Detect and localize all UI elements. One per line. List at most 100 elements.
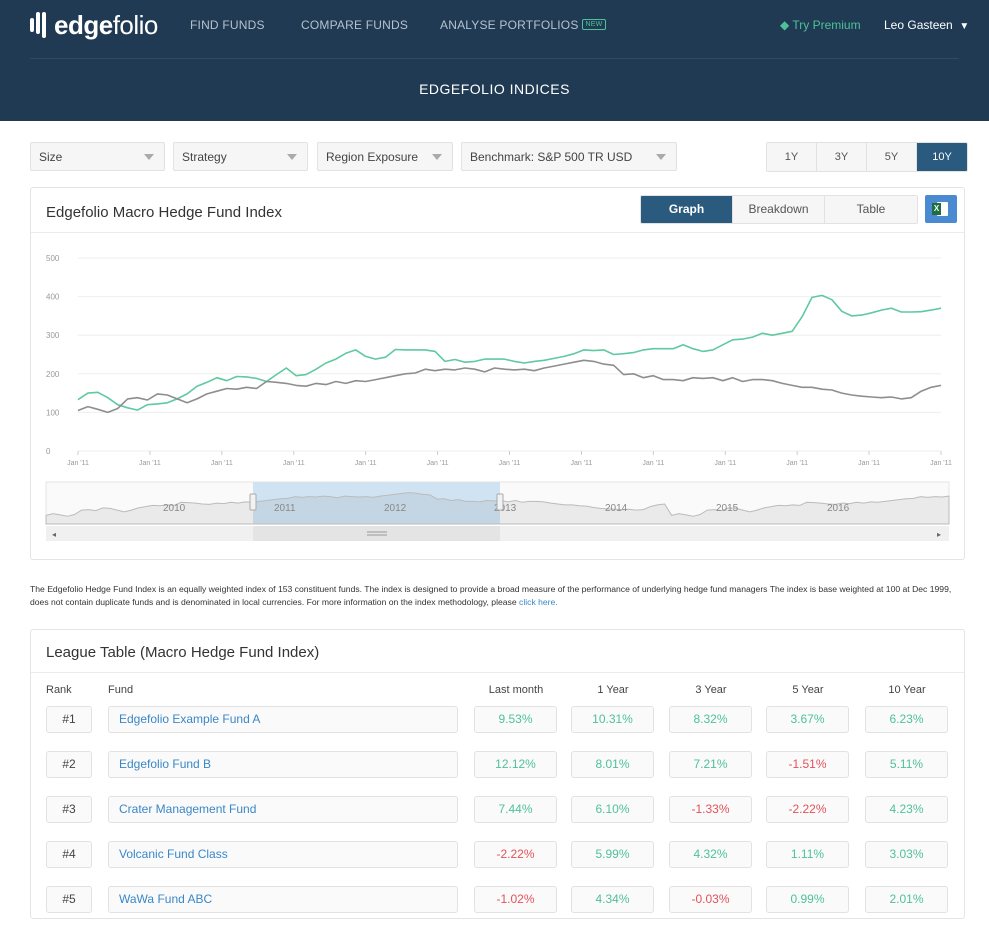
series-line-2: [77, 359, 942, 414]
description-text: The Edgefolio Hedge Fund Index is an equ…: [30, 584, 952, 607]
return-cell: 10.31%: [571, 706, 654, 733]
return-cell: 7.44%: [474, 796, 557, 823]
chevron-down-icon: [144, 154, 154, 160]
y-tick-label: 100: [46, 408, 60, 417]
x-tick-label: Jan '11: [714, 460, 736, 467]
y-tick-label: 500: [46, 254, 60, 263]
return-cell: 12.12%: [474, 751, 557, 778]
scroll-right-icon[interactable]: ▸: [937, 530, 941, 539]
fund-link[interactable]: Crater Management Fund: [108, 796, 458, 823]
methodology-link[interactable]: click here.: [519, 597, 558, 607]
tab-breakdown[interactable]: Breakdown: [733, 196, 825, 223]
nav-compare-funds[interactable]: COMPARE FUNDS: [301, 18, 408, 32]
view-tabs: Graph Breakdown Table: [640, 195, 918, 224]
return-cell: 9.53%: [474, 706, 557, 733]
fund-link[interactable]: Edgefolio Example Fund A: [108, 706, 458, 733]
header-divider: [30, 58, 959, 59]
x-tick-label: Jan '11: [211, 460, 233, 467]
tab-table[interactable]: Table: [825, 196, 917, 223]
period-5y-button[interactable]: 5Y: [867, 143, 917, 171]
rank-cell: #5: [46, 886, 92, 913]
navigator-year-label: 2012: [384, 503, 407, 514]
export-excel-button[interactable]: X: [925, 195, 957, 223]
x-tick-label: Jan '11: [139, 460, 161, 467]
nav-analyse-portfolios[interactable]: ANALYSE PORTFOLIOS NEW: [440, 18, 607, 32]
return-cell: 8.01%: [571, 751, 654, 778]
x-tick-label: Jan '11: [930, 460, 952, 467]
return-cell: 6.10%: [571, 796, 654, 823]
user-name: Leo Gasteen: [884, 18, 953, 32]
nav-find-funds[interactable]: FIND FUNDS: [190, 18, 265, 32]
period-3y-button[interactable]: 3Y: [817, 143, 867, 171]
navigator-handle[interactable]: [249, 493, 257, 511]
x-tick-label: Jan '11: [283, 460, 305, 467]
period-selector: 1Y 3Y 5Y 10Y: [766, 142, 968, 172]
return-cell: 8.32%: [669, 706, 752, 733]
new-badge: NEW: [581, 19, 607, 31]
x-tick-label: Jan '11: [67, 460, 89, 467]
y-tick-label: 300: [46, 331, 60, 340]
return-cell: 5.99%: [571, 841, 654, 868]
return-cell: -1.02%: [474, 886, 557, 913]
top-header: edgefolio FIND FUNDS COMPARE FUNDS ANALY…: [0, 0, 989, 121]
return-cell: -1.51%: [766, 751, 849, 778]
logo-bars-icon: [30, 10, 50, 40]
x-tick-label: Jan '11: [570, 460, 592, 467]
size-dropdown-label: Size: [39, 150, 63, 164]
navigator-scrollbar-thumb[interactable]: [253, 526, 500, 541]
edgefolio-logo[interactable]: edgefolio: [30, 10, 158, 40]
index-line-chart: 0 100 200 300 400 500 Jan '11 Jan '11 Jan '11 Jan…: [45, 254, 952, 541]
scroll-left-icon[interactable]: ◂: [52, 530, 56, 539]
strategy-dropdown[interactable]: Strategy: [173, 142, 308, 171]
y-tick-label: 400: [46, 293, 60, 302]
return-cell: -2.22%: [474, 841, 557, 868]
column-header: Rank: [46, 684, 72, 696]
navigator-year-label: 2016: [827, 503, 850, 514]
benchmark-dropdown[interactable]: Benchmark: S&P 500 TR USD: [461, 142, 677, 171]
tab-graph[interactable]: Graph: [641, 196, 733, 223]
y-tick-label: 0: [46, 447, 51, 456]
y-tick-label: 200: [46, 370, 60, 379]
index-chart-panel: Edgefolio Macro Hedge Fund Index Graph B…: [30, 187, 965, 560]
rank-cell: #4: [46, 841, 92, 868]
return-cell: -0.03%: [669, 886, 752, 913]
column-header: 3 Year: [695, 684, 727, 696]
navigator-year-label: 2015: [716, 503, 739, 514]
return-cell: 5.11%: [865, 751, 948, 778]
column-header: 10 Year: [888, 684, 926, 696]
region-dropdown[interactable]: Region Exposure: [317, 142, 453, 171]
navigator-handle[interactable]: [496, 493, 504, 511]
fund-link[interactable]: WaWa Fund ABC: [108, 886, 458, 913]
user-menu[interactable]: Leo Gasteen ▼: [884, 18, 969, 32]
column-header: 1 Year: [597, 684, 629, 696]
chevron-down-icon: [287, 154, 297, 160]
region-dropdown-label: Region Exposure: [326, 150, 419, 164]
size-dropdown[interactable]: Size: [30, 142, 165, 171]
return-cell: 2.01%: [865, 886, 948, 913]
fund-link[interactable]: Volcanic Fund Class: [108, 841, 458, 868]
chevron-down-icon: [656, 154, 666, 160]
premium-label: Try Premium: [792, 18, 861, 32]
chart-panel-title: Edgefolio Macro Hedge Fund Index: [46, 204, 282, 221]
navigator-year-label: 2010: [163, 503, 186, 514]
return-cell: 3.03%: [865, 841, 948, 868]
return-cell: 7.21%: [669, 751, 752, 778]
try-premium-link[interactable]: ◆ Try Premium: [780, 18, 861, 32]
return-cell: 6.23%: [865, 706, 948, 733]
fund-link[interactable]: Edgefolio Fund B: [108, 751, 458, 778]
period-1y-button[interactable]: 1Y: [767, 143, 817, 171]
league-table-title: League Table (Macro Hedge Fund Index): [46, 644, 320, 661]
column-header: Last month: [488, 684, 544, 696]
gem-icon: ◆: [780, 18, 790, 32]
x-tick-label: Jan '11: [499, 460, 521, 467]
x-tick-label: Jan '11: [355, 460, 377, 467]
nav-analyse-label: ANALYSE PORTFOLIOS: [440, 18, 579, 32]
column-header: Fund: [108, 684, 134, 696]
return-cell: 1.11%: [766, 841, 849, 868]
benchmark-dropdown-label: Benchmark: S&P 500 TR USD: [470, 150, 633, 164]
caret-down-icon: ▼: [959, 21, 970, 32]
rank-cell: #1: [46, 706, 92, 733]
period-10y-button[interactable]: 10Y: [917, 143, 967, 171]
column-header: 5 Year: [792, 684, 824, 696]
panel-divider: [31, 672, 964, 673]
